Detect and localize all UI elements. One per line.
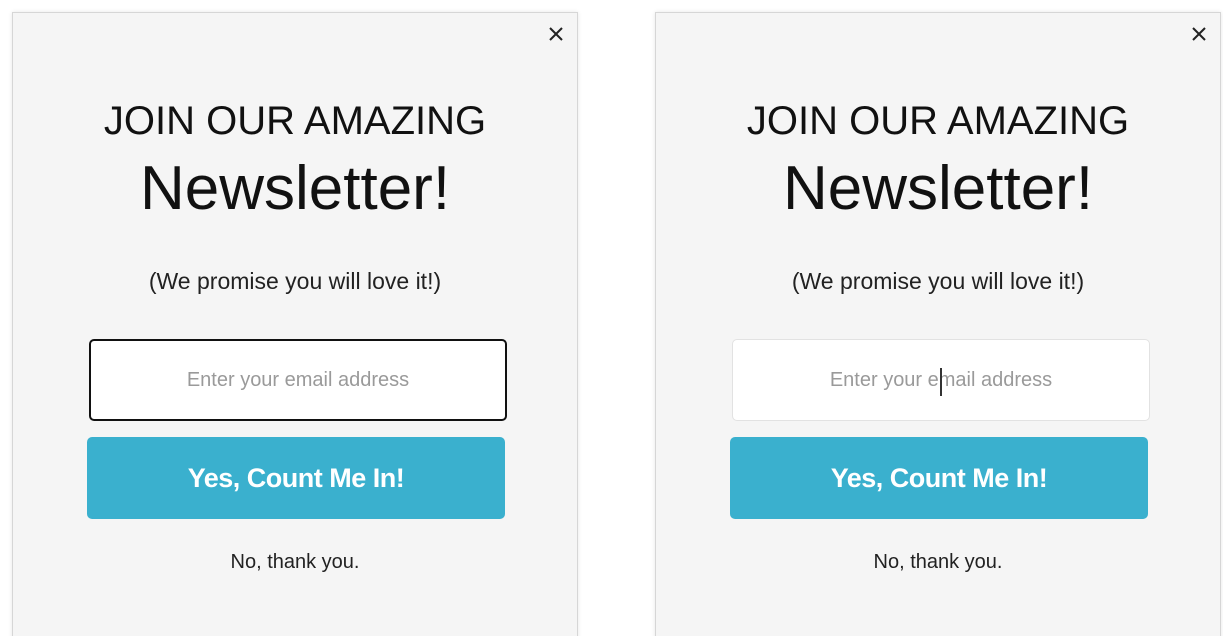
decline-link[interactable]: No, thank you. [656, 551, 1220, 574]
heading-newsletter: Newsletter! [139, 154, 451, 223]
close-icon[interactable] [1186, 21, 1212, 47]
newsletter-popup-focused: JOIN OUR AMAZING Newsletter! (We promise… [12, 12, 578, 636]
screenshot-stage: JOIN OUR AMAZING Newsletter! (We promise… [0, 0, 1223, 636]
email-input[interactable] [91, 341, 505, 419]
subscribe-button[interactable]: Yes, Count Me In! [730, 437, 1148, 519]
text-cursor-icon [940, 368, 942, 396]
newsletter-popup-unfocused: JOIN OUR AMAZING Newsletter! (We promise… [655, 12, 1221, 636]
tagline: (We promise you will love it!) [791, 268, 1085, 294]
heading-join: JOIN OUR AMAZING [746, 99, 1130, 143]
subscribe-button[interactable]: Yes, Count Me In! [87, 437, 505, 519]
tagline: (We promise you will love it!) [148, 268, 442, 294]
close-icon[interactable] [543, 21, 569, 47]
heading-join: JOIN OUR AMAZING [103, 99, 487, 143]
email-field-container [89, 339, 507, 421]
heading-newsletter: Newsletter! [782, 154, 1094, 223]
decline-link[interactable]: No, thank you. [13, 551, 577, 574]
email-field-container [732, 339, 1150, 421]
